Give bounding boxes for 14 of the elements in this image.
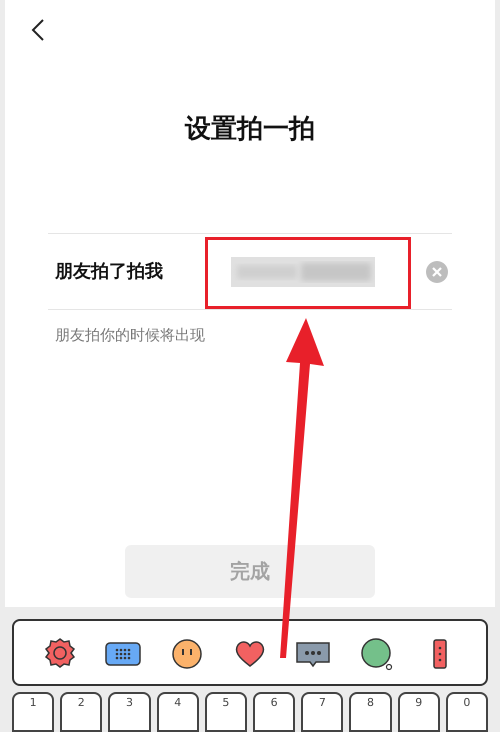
keyboard-key[interactable]: 3 [108,692,151,732]
keyboard-key[interactable]: 4 [156,692,199,732]
keyboard-key[interactable]: 8 [349,692,392,732]
keyboard-key[interactable]: 9 [398,692,440,732]
back-icon [31,18,45,42]
keyboard-key[interactable]: 0 [446,692,488,732]
field-label: 朋友拍了拍我 [55,260,164,284]
keyboard-key[interactable]: 6 [253,692,296,732]
keyboard-key[interactable]: 2 [60,692,102,732]
keyboard-key[interactable]: 1 [12,692,54,732]
page-title: 设置拍一拍 [185,113,315,146]
keyboard-key[interactable]: 5 [204,692,248,732]
hint-text: 朋友拍你的时候将出现 [55,325,206,346]
keyboard-key[interactable]: 7 [301,692,344,732]
